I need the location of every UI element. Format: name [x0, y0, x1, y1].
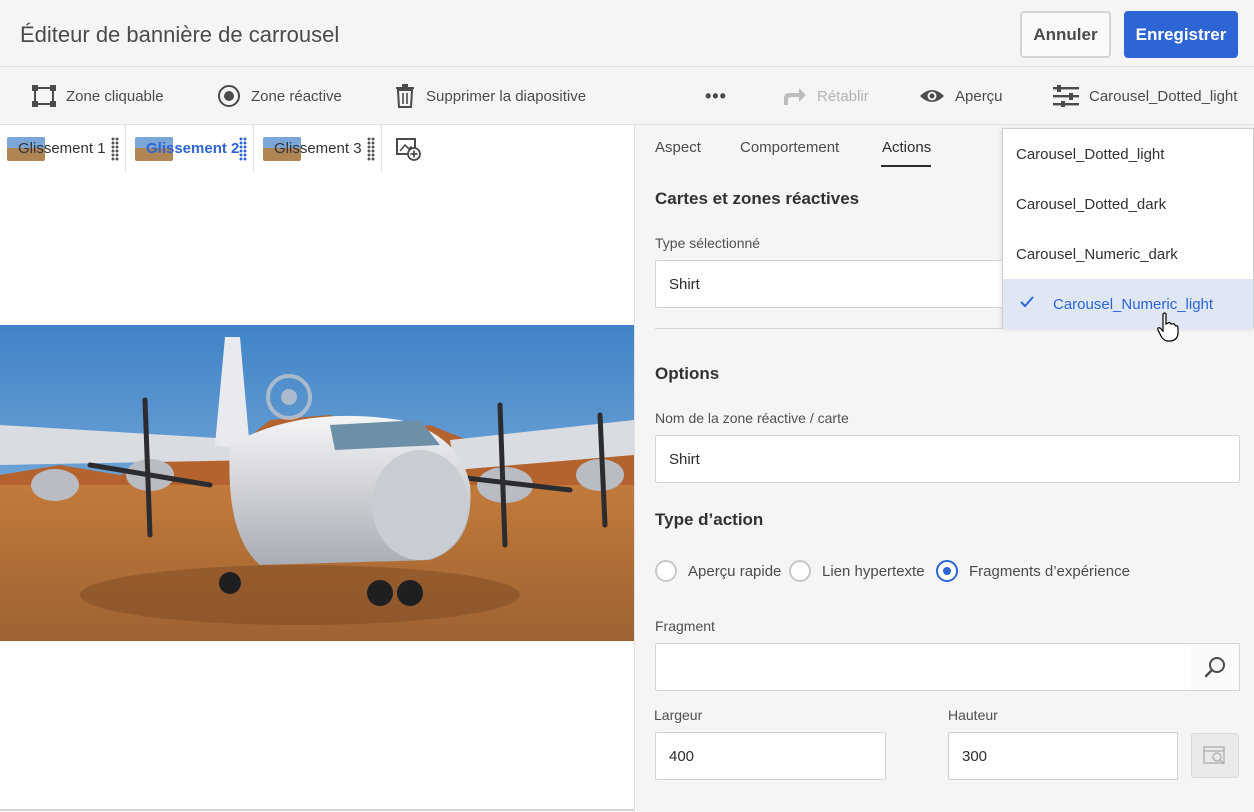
drag-handle-icon[interactable]	[111, 137, 119, 161]
add-slide-icon	[396, 138, 421, 161]
slide-tab-label: Glissement 3	[274, 140, 362, 157]
redo-icon	[784, 88, 806, 105]
name-input[interactable]: Shirt	[655, 435, 1240, 483]
delete-slide-tool[interactable]: Supprimer la diapositive	[394, 67, 586, 125]
add-slide-button[interactable]	[396, 137, 422, 165]
toolbar: Zone cliquable Zone réactive Supprimer l…	[0, 67, 1254, 125]
radio-label: Aperçu rapide	[688, 562, 782, 580]
redo-label: Rétablir	[817, 87, 869, 105]
sliders-icon	[1053, 85, 1079, 107]
preset-option[interactable]: Carousel_Dotted_light	[1003, 129, 1253, 179]
preview-tool[interactable]: Aperçu	[919, 67, 1003, 125]
selected-type-label: Type sélectionné	[655, 235, 761, 251]
slide-image	[0, 325, 634, 641]
tab-behavior[interactable]: Comportement	[740, 139, 839, 156]
width-label: Largeur	[654, 707, 703, 723]
name-field-label: Nom de la zone réactive / carte	[655, 410, 849, 426]
hotspot-label: Zone réactive	[251, 87, 342, 105]
slide-tab-2[interactable]: Glissement 2	[128, 125, 254, 173]
radio-experience-fragments[interactable]: Fragments d’expérience	[936, 560, 1130, 582]
preset-label: Carousel_Dotted_light	[1089, 87, 1238, 105]
preset-option-selected[interactable]: Carousel_Numeric_light	[1003, 279, 1253, 329]
app-header: Éditeur de bannière de carrousel Annuler…	[0, 0, 1254, 67]
radio-quick-view[interactable]: Aperçu rapide	[655, 560, 781, 582]
radio-button[interactable]	[789, 560, 811, 582]
clickable-zone-label: Zone cliquable	[66, 87, 164, 105]
slide-canvas[interactable]	[0, 173, 634, 812]
active-tab-indicator	[881, 165, 931, 167]
slide-tab-3[interactable]: Glissement 3	[256, 125, 382, 173]
fragment-label: Fragment	[655, 618, 715, 634]
hotspot-marker[interactable]	[266, 374, 312, 420]
cancel-button[interactable]: Annuler	[1020, 11, 1111, 58]
hand-cursor-icon	[1157, 312, 1179, 342]
radio-button[interactable]	[655, 560, 677, 582]
maps-section-title: Cartes et zones réactives	[655, 189, 860, 208]
tab-actions[interactable]: Actions	[882, 139, 931, 156]
preset-selector[interactable]: Carousel_Dotted_light	[1053, 67, 1237, 125]
radio-button[interactable]	[936, 560, 958, 582]
drag-handle-icon[interactable]	[239, 137, 247, 161]
checkmark-icon	[1020, 296, 1034, 308]
hotspot-icon	[218, 85, 240, 107]
height-input[interactable]: 300	[948, 732, 1178, 780]
options-section-title: Options	[655, 364, 720, 383]
radio-label: Fragments d’expérience	[969, 562, 1130, 580]
trash-icon	[396, 84, 414, 108]
radio-label: Lien hypertexte	[822, 562, 925, 580]
width-input[interactable]: 400	[655, 732, 886, 780]
preset-dropdown-menu: Carousel_Dotted_light Carousel_Dotted_da…	[1002, 128, 1254, 329]
preview-search-icon	[1203, 745, 1225, 765]
slide-tab-label: Glissement 1	[18, 140, 106, 157]
search-icon	[1204, 657, 1225, 678]
tab-aspect[interactable]: Aspect	[655, 139, 701, 156]
slide-tabs: Glissement 1 Glissement 2 Glissement 3	[0, 125, 634, 173]
slide-tab-label: Glissement 2	[146, 140, 240, 157]
radio-hyperlink[interactable]: Lien hypertexte	[789, 560, 925, 582]
preset-option[interactable]: Carousel_Numeric_dark	[1003, 229, 1253, 279]
fragment-input[interactable]	[655, 643, 1192, 691]
delete-slide-label: Supprimer la diapositive	[426, 87, 587, 105]
hotspot-tool[interactable]: Zone réactive	[217, 67, 342, 125]
fragment-preview-button[interactable]	[1191, 733, 1239, 778]
clickable-zone-tool[interactable]: Zone cliquable	[32, 67, 164, 125]
preview-label: Aperçu	[955, 87, 1003, 105]
save-button[interactable]: Enregistrer	[1124, 11, 1238, 58]
clickable-zone-icon	[32, 85, 56, 107]
preset-option-label: Carousel_Numeric_light	[1053, 295, 1214, 313]
drag-handle-icon[interactable]	[367, 137, 375, 161]
fragment-search-button[interactable]	[1191, 643, 1240, 691]
redo-tool[interactable]: Rétablir	[781, 67, 869, 125]
more-options-button[interactable]: •••	[705, 67, 727, 125]
eye-icon	[920, 90, 944, 102]
action-type-section-title: Type d’action	[655, 510, 764, 529]
slide-tab-1[interactable]: Glissement 1	[0, 125, 126, 173]
preset-option[interactable]: Carousel_Dotted_dark	[1003, 179, 1253, 229]
height-label: Hauteur	[948, 707, 998, 723]
page-title: Éditeur de bannière de carrousel	[20, 22, 340, 47]
